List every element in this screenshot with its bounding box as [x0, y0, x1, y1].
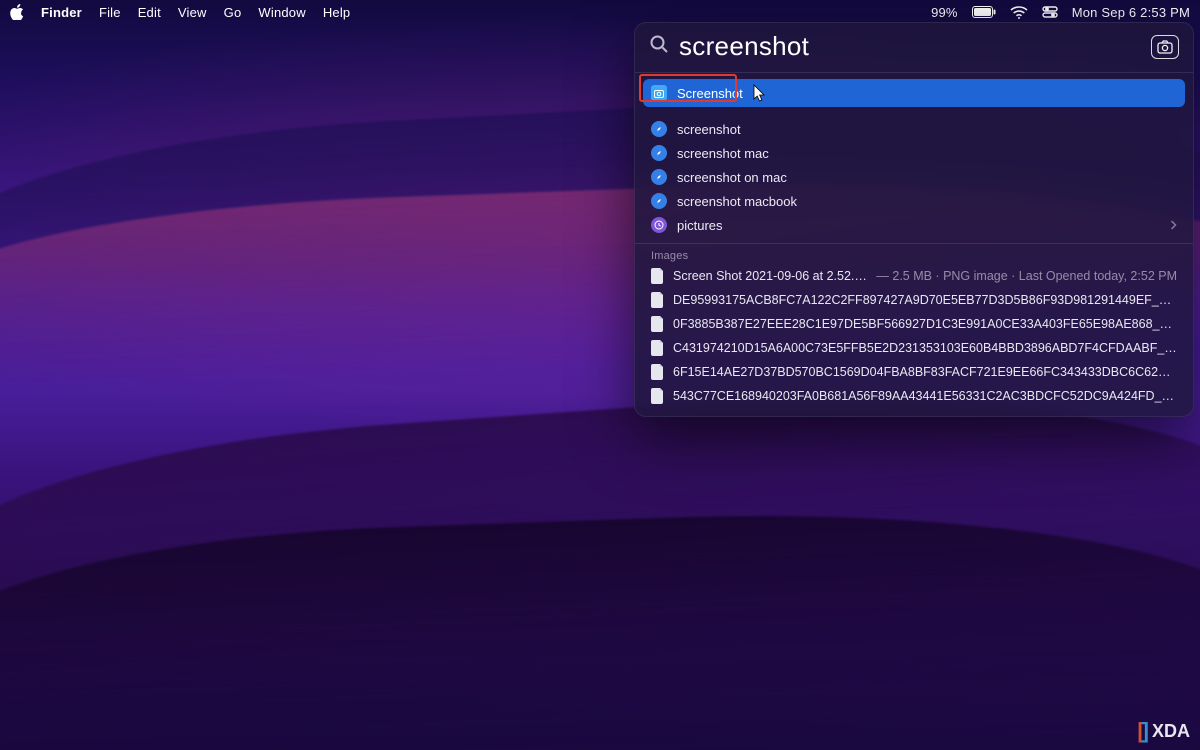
image-result-item[interactable]: C431974210D15A6A00C73E5FFB5E2D231353103E… [635, 336, 1193, 360]
menu-file[interactable]: File [99, 5, 121, 20]
suggestion-item[interactable]: screenshot on mac [635, 165, 1193, 189]
image-file-icon [651, 316, 665, 332]
image-result-name: 0F3885B387E27EEE28C1E97DE5BF566927D1C3E9… [673, 317, 1177, 331]
spotlight-images-list: Screen Shot 2021-09-06 at 2.52.44 PM — 2… [635, 264, 1193, 416]
control-center-icon[interactable] [1042, 6, 1058, 18]
menu-view[interactable]: View [178, 5, 207, 20]
image-result-item[interactable]: Screen Shot 2021-09-06 at 2.52.44 PM — 2… [635, 264, 1193, 288]
image-file-icon [651, 388, 665, 404]
battery-icon[interactable] [972, 6, 996, 18]
images-section-label: Images [635, 244, 1193, 264]
datetime[interactable]: Mon Sep 6 2:53 PM [1072, 5, 1190, 20]
safari-icon [651, 121, 667, 137]
image-result-item[interactable]: 6F15E14AE27D37BD570BC1569D04FBA8BF83FACF… [635, 360, 1193, 384]
safari-icon [651, 193, 667, 209]
spotlight-suggestions: screenshot screenshot mac screenshot on … [635, 113, 1193, 243]
spotlight-search-row [635, 23, 1193, 72]
battery-percent[interactable]: 99% [931, 5, 958, 20]
safari-icon [651, 145, 667, 161]
suggestion-item[interactable]: screenshot mac [635, 141, 1193, 165]
image-result-item[interactable]: 543C77CE168940203FA0B681A56F89AA43441E56… [635, 384, 1193, 408]
image-result-item[interactable]: 0F3885B387E27EEE28C1E97DE5BF566927D1C3E9… [635, 312, 1193, 336]
image-result-name: 6F15E14AE27D37BD570BC1569D04FBA8BF83FACF… [673, 365, 1177, 379]
search-icon [649, 34, 669, 59]
menu-help[interactable]: Help [323, 5, 351, 20]
image-result-name: DE95993175ACB8FC7A122C2FF897427A9D70E5EB… [673, 293, 1177, 307]
image-file-icon [651, 340, 665, 356]
wifi-icon[interactable] [1010, 6, 1028, 19]
image-result-meta: — 2.5 MB · PNG image · Last Opened today… [876, 269, 1177, 283]
spotlight-search-input[interactable] [679, 31, 1141, 62]
menu-edit[interactable]: Edit [138, 5, 161, 20]
suggestion-label: screenshot macbook [677, 194, 797, 209]
image-result-item[interactable]: DE95993175ACB8FC7A122C2FF897427A9D70E5EB… [635, 288, 1193, 312]
suggestion-item-pictures[interactable]: pictures [635, 213, 1193, 237]
top-hit-label: Screenshot [677, 86, 743, 101]
suggestion-item[interactable]: screenshot [635, 117, 1193, 141]
spotlight-top-hit[interactable]: Screenshot [643, 79, 1185, 107]
screenshot-app-small-icon [651, 85, 667, 101]
image-result-name: C431974210D15A6A00C73E5FFB5E2D231353103E… [673, 341, 1177, 355]
active-app-name[interactable]: Finder [41, 5, 82, 20]
clock-icon [651, 217, 667, 233]
menu-bar: Finder File Edit View Go Window Help 99%… [0, 0, 1200, 24]
suggestion-label: screenshot on mac [677, 170, 787, 185]
suggestion-label: screenshot mac [677, 146, 769, 161]
chevron-right-icon [1170, 218, 1177, 233]
suggestion-label: pictures [677, 218, 723, 233]
image-file-icon [651, 364, 665, 380]
image-result-name: 543C77CE168940203FA0B681A56F89AA43441E56… [673, 389, 1177, 403]
image-file-icon [651, 292, 665, 308]
image-result-name: Screen Shot 2021-09-06 at 2.52.44 PM [673, 269, 868, 283]
mouse-cursor-icon [753, 84, 767, 102]
screenshot-app-icon[interactable] [1151, 35, 1179, 59]
suggestion-label: screenshot [677, 122, 741, 137]
menu-go[interactable]: Go [224, 5, 242, 20]
menu-window[interactable]: Window [258, 5, 305, 20]
watermark-text: XDA [1152, 721, 1190, 742]
spotlight-panel: Screenshot screenshot screenshot mac scr… [634, 22, 1194, 417]
xda-watermark: [] XDA [1137, 718, 1190, 744]
image-file-icon [651, 268, 665, 284]
apple-menu-icon[interactable] [10, 4, 24, 20]
suggestion-item[interactable]: screenshot macbook [635, 189, 1193, 213]
safari-icon [651, 169, 667, 185]
